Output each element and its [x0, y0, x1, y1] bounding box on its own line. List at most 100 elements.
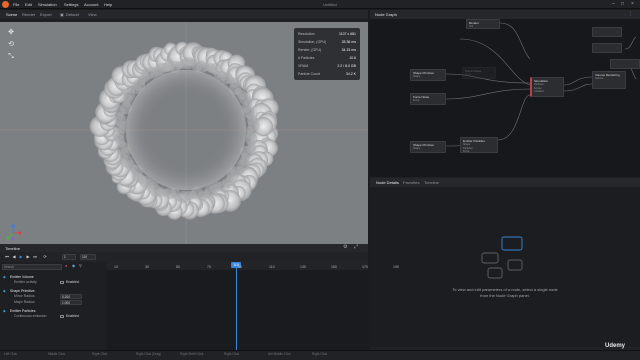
menu-settings[interactable]: Settings [64, 2, 78, 7]
track-group-label: Emitter Particles [10, 309, 36, 313]
minimize-icon[interactable]: – [610, 1, 617, 8]
track-group-label: Emitter Volume [10, 275, 34, 279]
close-icon[interactable]: × [629, 1, 636, 8]
status-hint: Right Click [224, 352, 240, 356]
node-unlabeled[interactable] [610, 59, 640, 69]
tab-timeline[interactable]: Timeline [424, 180, 439, 185]
viewport-tab-bar [0, 10, 368, 19]
stat-label: VRAM [298, 64, 309, 68]
timeline-settings-icon[interactable]: ⚙ [343, 244, 347, 250]
menu-help[interactable]: Help [104, 2, 112, 7]
timeline-expand-icon[interactable]: ⤢ [354, 244, 358, 250]
status-hint: Left Click [4, 352, 18, 356]
stat-row: Particle Count 34.2 K [298, 72, 356, 79]
enabled-checkbox[interactable] [60, 314, 64, 318]
step-forward-icon[interactable]: ▶ [25, 254, 31, 260]
node-unlabeled[interactable] [592, 43, 622, 53]
track-param-label: Continuous emission [14, 314, 47, 318]
view-dropdown[interactable]: View [88, 12, 97, 17]
node-graph-title: Node Graph [375, 12, 397, 17]
node-port-label: Shape [413, 75, 421, 78]
menu-account[interactable]: Account [84, 2, 98, 7]
node-shape-prim-1[interactable]: Shape Primitive Shape [410, 69, 446, 81]
timeline-header: Timeline ⚙ ⤢ [0, 244, 368, 252]
move-tool-icon[interactable]: ✥ [6, 28, 16, 38]
stat-value: 34.15 ms [341, 48, 356, 52]
ruler-tick-label: 150 [331, 265, 337, 269]
timeline-title: Timeline [5, 246, 20, 251]
viewport-tools: ✥ ⟲ ⤡ [6, 28, 16, 64]
app-logo-icon [2, 1, 9, 8]
node-force-noise-2[interactable]: Force Noise Force [462, 67, 496, 79]
menu-edit[interactable]: Edit [25, 2, 32, 7]
play-icon[interactable]: ▶ [18, 254, 24, 260]
playhead[interactable] [236, 262, 237, 350]
tab-favorites[interactable]: Favorites [403, 180, 419, 185]
ruler-tick-label: 30 [145, 265, 149, 269]
track-row[interactable]: Major Radius 1.000 [0, 300, 107, 305]
tab-node-details[interactable]: Node Details [376, 180, 399, 185]
rotate-tool-icon[interactable]: ⟲ [6, 40, 16, 50]
smoke-puff-inner [247, 119, 260, 132]
track-group-icon: ◆ [3, 275, 6, 279]
ruler-tick-label: 130 [300, 265, 306, 269]
track-param-value[interactable]: 0.200 [60, 294, 82, 299]
filter-icon[interactable]: ⚲ [79, 263, 82, 268]
enabled-checkbox[interactable] [60, 280, 64, 284]
stat-value: 34.2 K [345, 72, 356, 76]
ruler-tick-label: 70 [207, 265, 211, 269]
empty-detail-message: To view and edit parameters of a node, s… [452, 287, 558, 298]
node-render[interactable]: Render Out [466, 19, 500, 29]
camera-icon[interactable]: ▣ [60, 12, 64, 17]
node-shape-prim-2[interactable]: Shape Primitive Shape [410, 141, 446, 153]
track-param-value: Enabled [66, 314, 79, 318]
track-param-label: Major Radius [14, 300, 35, 304]
node-volume-render[interactable]: Volume Rendering Volume [592, 71, 626, 89]
track-param-label: Emitter activity [14, 280, 37, 284]
loop-icon[interactable]: ⟳ [42, 254, 48, 260]
keyframe-area[interactable] [107, 270, 368, 350]
key-filter-icon[interactable]: ◆ [72, 263, 75, 268]
empty-selection-illustration [481, 236, 523, 279]
stat-label: Resolution [298, 32, 315, 36]
ruler-tick-label: 110 [269, 265, 275, 269]
track-param-value[interactable]: 1.000 [60, 300, 82, 305]
ruler-tick-label: 190 [393, 265, 399, 269]
axis-gizmo-icon[interactable] [4, 224, 22, 242]
ruler-tick-label: 50 [176, 265, 180, 269]
node-port-label: Shape [413, 147, 421, 150]
node-port-label: Force [465, 73, 472, 76]
frame-start-field[interactable]: 1 [62, 254, 76, 260]
menu-file[interactable]: File [13, 2, 19, 7]
scale-tool-icon[interactable]: ⤡ [6, 52, 16, 62]
ruler-tick-label: 170 [362, 265, 368, 269]
status-hint: Right Click [92, 352, 108, 356]
track-param-label: Minor Radius [14, 294, 35, 298]
track-row[interactable]: Minor Radius 0.200 [0, 294, 107, 299]
node-port-label: Force [413, 99, 420, 102]
node-details-panel [370, 187, 640, 347]
panel-menu-icon[interactable]: ⋮ [628, 11, 633, 17]
step-back-icon[interactable]: ◀ [11, 254, 17, 260]
ruler-tick-label: 90 [238, 265, 242, 269]
menu-simulation[interactable]: Simulation [38, 2, 57, 7]
current-frame-field[interactable]: 110 [80, 254, 96, 260]
maximize-icon[interactable]: □ [619, 1, 626, 8]
track-row[interactable]: Emitter activity Enabled [0, 280, 107, 285]
tab-render[interactable]: Render [22, 12, 35, 17]
go-start-icon[interactable]: ⏮ [4, 254, 10, 260]
track-param-value: Enabled [66, 280, 79, 284]
stat-label: Simulation, (GPU) [298, 40, 327, 44]
record-icon[interactable]: ● [65, 263, 67, 268]
track-row[interactable]: Continuous emission Enabled [0, 314, 107, 319]
playback-controls [0, 252, 368, 262]
tab-export[interactable]: Export [40, 12, 52, 17]
node-simulation[interactable]: Simulation Particles Forces Colliders [530, 77, 564, 97]
node-graph-canvas[interactable]: Shape Primitive Shape Force Noise Force Forc… [370, 19, 640, 177]
node-unlabeled[interactable] [592, 27, 622, 37]
shading-dropdown[interactable]: Default [66, 12, 79, 17]
tab-scene[interactable]: Scene [6, 12, 17, 17]
node-force-noise-1[interactable]: Force Noise Force [410, 93, 446, 105]
node-emitter-particles[interactable]: Emitter Particles Shape Particles Force [460, 137, 498, 153]
go-end-icon[interactable]: ⏭ [32, 254, 38, 260]
